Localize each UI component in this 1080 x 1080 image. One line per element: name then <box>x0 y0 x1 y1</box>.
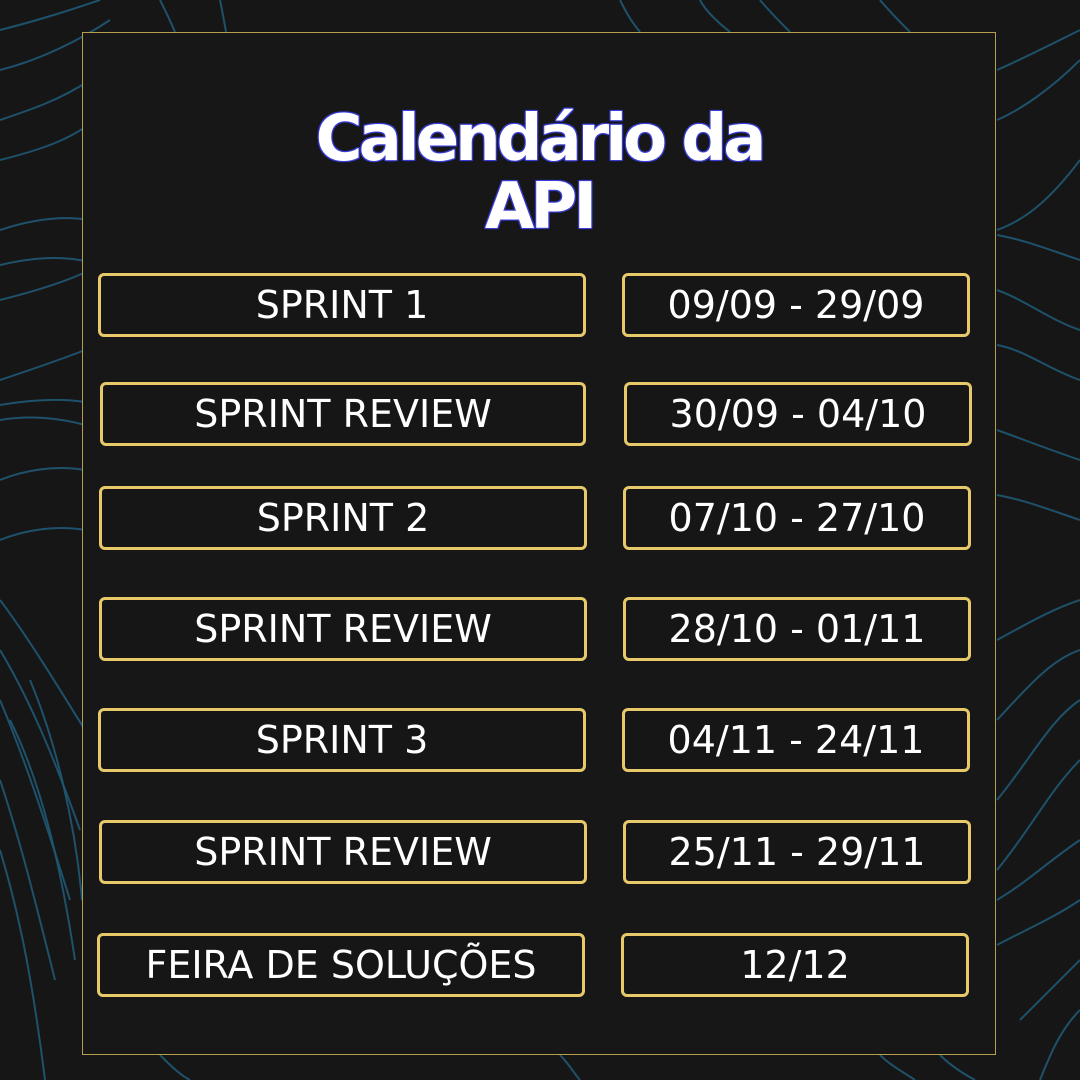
schedule-dates-sprint-review-2: 28/10 - 01/11 <box>623 597 971 661</box>
schedule-dates-sprint-1: 09/09 - 29/09 <box>622 273 970 337</box>
schedule-dates-sprint-3: 04/11 - 24/11 <box>622 708 970 772</box>
schedule-dates-sprint-review-1: 30/09 - 04/10 <box>624 382 972 446</box>
schedule-dates-feira-de-solucoes: 12/12 <box>621 933 969 997</box>
schedule-label-feira-de-solucoes: FEIRA DE SOLUÇÕES <box>97 933 585 997</box>
schedule-label-sprint-3: SPRINT 3 <box>98 708 586 772</box>
schedule-dates-sprint-2: 07/10 - 27/10 <box>623 486 971 550</box>
schedule-label-sprint-review-2: SPRINT REVIEW <box>99 597 587 661</box>
title-line-2: API <box>484 170 597 244</box>
schedule-label-sprint-review-3: SPRINT REVIEW <box>99 820 587 884</box>
title-line-1: Calendário da <box>315 102 767 176</box>
schedule-dates-sprint-review-3: 25/11 - 29/11 <box>623 820 971 884</box>
page-title: Calendário da API <box>83 105 995 241</box>
poster-canvas: Calendário da API SPRINT 1 09/09 - 29/09… <box>0 0 1080 1080</box>
schedule-label-sprint-review-1: SPRINT REVIEW <box>100 382 586 446</box>
schedule-label-sprint-1: SPRINT 1 <box>98 273 586 337</box>
schedule-label-sprint-2: SPRINT 2 <box>99 486 587 550</box>
